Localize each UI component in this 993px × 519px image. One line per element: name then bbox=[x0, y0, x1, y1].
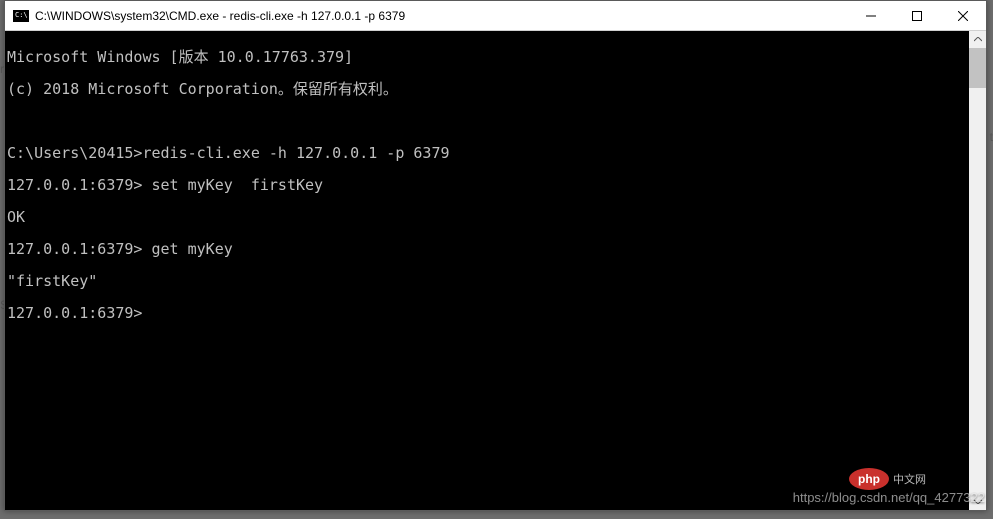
console-line: "firstKey" bbox=[7, 273, 969, 289]
console-line: C:\Users\20415>redis-cli.exe -h 127.0.0.… bbox=[7, 145, 969, 161]
console-line: 127.0.0.1:6379> get myKey bbox=[7, 241, 969, 257]
scrollbar-track[interactable] bbox=[969, 88, 986, 493]
scrollbar-thumb[interactable] bbox=[969, 48, 986, 88]
desktop: n S t C:\WINDOWS\system32\CMD.exe - redi… bbox=[0, 0, 993, 519]
window-title: C:\WINDOWS\system32\CMD.exe - redis-cli.… bbox=[35, 9, 405, 23]
close-button[interactable] bbox=[940, 1, 986, 31]
vertical-scrollbar[interactable] bbox=[969, 31, 986, 510]
cmd-icon bbox=[13, 10, 29, 22]
maximize-button[interactable] bbox=[894, 1, 940, 31]
console-line: (c) 2018 Microsoft Corporation。保留所有权利。 bbox=[7, 81, 969, 97]
watermark-url: https://blog.csdn.net/qq_4277322 bbox=[793, 490, 985, 505]
minimize-button[interactable] bbox=[848, 1, 894, 31]
console-line: 127.0.0.1:6379> bbox=[7, 305, 969, 321]
cmd-window: C:\WINDOWS\system32\CMD.exe - redis-cli.… bbox=[4, 0, 987, 511]
maximize-icon bbox=[912, 11, 922, 21]
console-line: 127.0.0.1:6379> set myKey firstKey bbox=[7, 177, 969, 193]
client-area: Microsoft Windows [版本 10.0.17763.379] (c… bbox=[5, 31, 986, 510]
console-output[interactable]: Microsoft Windows [版本 10.0.17763.379] (c… bbox=[5, 31, 969, 510]
console-line bbox=[7, 113, 969, 129]
console-line: OK bbox=[7, 209, 969, 225]
minimize-icon bbox=[866, 11, 876, 21]
chevron-up-icon bbox=[974, 37, 982, 42]
titlebar[interactable]: C:\WINDOWS\system32\CMD.exe - redis-cli.… bbox=[5, 1, 986, 31]
close-icon bbox=[958, 11, 968, 21]
bg-char-t: t bbox=[990, 130, 993, 144]
console-line: Microsoft Windows [版本 10.0.17763.379] bbox=[7, 49, 969, 65]
scroll-up-button[interactable] bbox=[969, 31, 986, 48]
